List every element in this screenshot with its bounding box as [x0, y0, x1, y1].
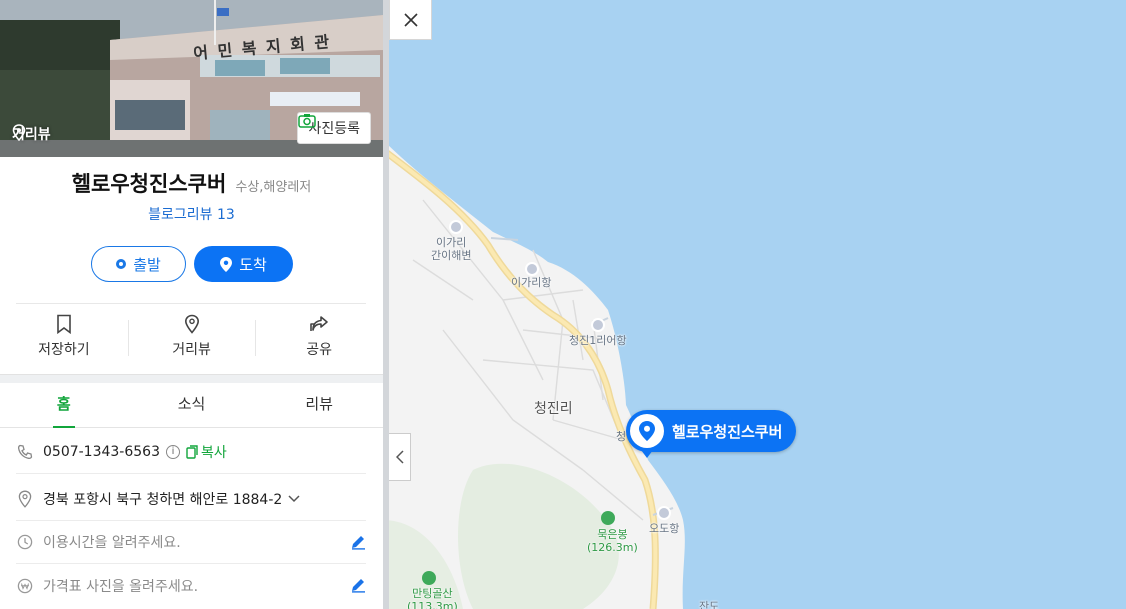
beach-icon[interactable]	[449, 220, 463, 234]
price-row: 가격표 사진을 올려주세요.	[16, 564, 366, 607]
tab-reviews[interactable]: 리뷰	[255, 383, 383, 427]
bookmark-icon	[57, 314, 71, 334]
map-label-port3: 오도항	[649, 522, 680, 535]
map-label-port2: 청진1리어항	[569, 334, 627, 347]
clock-icon	[16, 534, 34, 550]
blog-review-link[interactable]: 블로그리뷰 13	[0, 204, 383, 224]
map-label-beach: 이가리 간이해변	[431, 236, 472, 262]
route-buttons: 출발 도착	[91, 246, 293, 282]
pin-outline-icon	[12, 124, 26, 141]
map-label-village: 청진리	[534, 401, 573, 417]
divider	[16, 303, 366, 304]
hours-row: 이용시간을 알려주세요.	[16, 521, 366, 564]
place-header: 헬로우청진스쿠버 수상,해양레저 블로그리뷰 13	[0, 168, 383, 224]
street-view-action-label: 거리뷰	[172, 342, 211, 358]
copy-label: 복사	[201, 445, 227, 461]
mountain-icon[interactable]	[422, 571, 436, 585]
mountain-icon[interactable]	[601, 511, 615, 525]
street-view-badge[interactable]: 거리뷰	[12, 124, 51, 144]
marker-pin-icon	[630, 414, 664, 448]
phone-icon	[16, 444, 34, 460]
phone-number: 0507-1343-6563	[43, 444, 160, 460]
destination-pin-icon	[220, 256, 233, 272]
depart-label: 출발	[133, 255, 161, 274]
edit-price-pencil-icon[interactable]	[350, 577, 366, 597]
tab-home[interactable]: 홈	[0, 383, 128, 427]
map-label-peak1: 묵은봉 (126.3m)	[587, 528, 638, 554]
map-canvas[interactable]: 이가리 간이해변 이가리항 청진1리어항 청진리 청 묵은봉 (126.3m) …	[383, 0, 1126, 609]
collapse-panel-button[interactable]	[389, 433, 411, 481]
save-button[interactable]: 저장하기	[0, 314, 128, 359]
address-text: 경북 포항시 북구 청하면 해안로 1884-2	[43, 492, 283, 508]
share-label: 공유	[306, 342, 333, 358]
close-button[interactable]	[389, 0, 432, 40]
register-photo-button[interactable]: 사진등록	[297, 112, 371, 144]
location-pin-icon	[16, 490, 34, 508]
map-illustration	[383, 140, 685, 609]
place-map-marker[interactable]: 헬로우청진스쿠버	[626, 410, 797, 452]
arrive-label: 도착	[239, 255, 267, 274]
pin-outline-icon	[184, 314, 199, 334]
place-name: 헬로우청진스쿠버	[71, 172, 227, 196]
detail-tabs: 홈 소식 리뷰	[0, 383, 383, 428]
panel-divider[interactable]	[383, 0, 389, 609]
map-label-peak2: 만팅골산 (113.3m)	[407, 587, 458, 609]
close-icon	[403, 12, 418, 27]
phone-row: 0507-1343-6563 i 복사	[16, 431, 366, 474]
map-label-port1: 이가리항	[511, 276, 552, 289]
marker-label: 헬로우청진스쿠버	[672, 422, 783, 441]
edit-hours-pencil-icon[interactable]	[350, 534, 366, 554]
section-gap	[0, 374, 383, 383]
won-coin-icon	[16, 578, 34, 594]
arrive-button[interactable]: 도착	[194, 246, 293, 282]
share-button[interactable]: 공유	[255, 314, 383, 359]
save-label: 저장하기	[38, 342, 90, 358]
port-icon[interactable]	[525, 262, 539, 276]
share-icon	[310, 316, 328, 331]
place-detail-panel: 어 민 복 지 회 관 거리뷰 사진등록 헬로우청진스쿠버 수상,해양레저 블로…	[0, 0, 383, 609]
tab-news[interactable]: 소식	[128, 383, 256, 427]
depart-button[interactable]: 출발	[91, 246, 186, 282]
map-label-island: 잔도	[699, 600, 720, 609]
street-view-button[interactable]: 거리뷰	[127, 314, 256, 359]
action-bar: 저장하기 거리뷰 공유	[0, 314, 383, 359]
map-label-road-char: 청	[616, 430, 627, 443]
port-icon[interactable]	[591, 318, 605, 332]
place-photo[interactable]: 어 민 복 지 회 관 거리뷰 사진등록	[0, 0, 383, 157]
price-placeholder: 가격표 사진을 올려주세요.	[43, 578, 199, 595]
marker-tail	[641, 450, 653, 458]
address-row: 경북 포항시 북구 청하면 해안로 1884-2	[16, 478, 366, 521]
place-category: 수상,해양레저	[235, 180, 312, 195]
chevron-left-icon	[395, 450, 404, 464]
port-icon[interactable]	[657, 506, 671, 520]
camera-icon	[298, 114, 317, 128]
chevron-down-icon[interactable]	[288, 495, 300, 503]
copy-phone-button[interactable]: 복사	[186, 442, 227, 462]
copy-icon	[186, 445, 198, 459]
origin-dot-icon	[116, 259, 127, 269]
hours-placeholder: 이용시간을 알려주세요.	[43, 535, 181, 551]
info-icon[interactable]: i	[166, 445, 180, 459]
